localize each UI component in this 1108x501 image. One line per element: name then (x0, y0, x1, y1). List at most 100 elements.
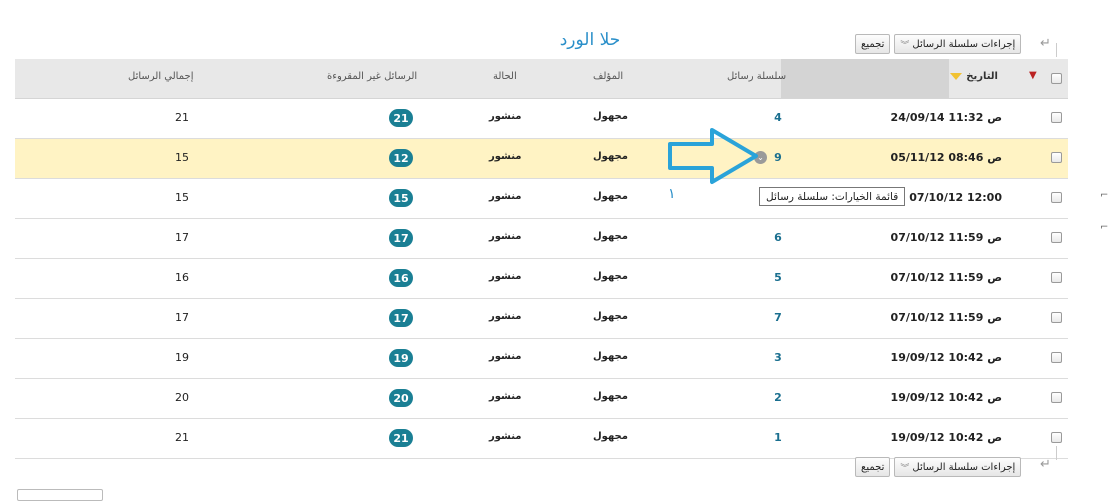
cell-thread-link[interactable]: 1 (771, 431, 785, 444)
table-row[interactable]: 24/09/14 11:32 ص 4 مجهول منشور 21 21 (15, 99, 1068, 139)
edge-bracket-icon: ⌐ (1100, 190, 1108, 201)
cell-date: 05/11/12 08:46 ص (890, 151, 1002, 164)
cell-total: 19 (175, 351, 189, 364)
table-row[interactable]: 19/09/12 10:42 ص 1 مجهول منشور 21 21 (15, 419, 1068, 459)
return-arrow-icon: ↵ (1040, 457, 1051, 472)
row-checkbox[interactable] (1051, 432, 1062, 443)
cell-total: 21 (175, 431, 189, 444)
partial-control (17, 489, 103, 501)
cell-total: 15 (175, 191, 189, 204)
sorted-column-bg (781, 59, 949, 98)
cell-author: مجهول (593, 391, 628, 402)
options-menu-tooltip: قائمة الخيارات: سلسلة رسائل (759, 187, 906, 206)
collect-button[interactable]: تجميع (855, 457, 891, 477)
cell-thread-link[interactable]: 6 (771, 231, 785, 244)
row-checkbox[interactable] (1051, 152, 1062, 163)
cell-thread-link[interactable]: 9 (771, 151, 785, 164)
cell-author: مجهول (593, 431, 628, 442)
table-row[interactable]: 19/09/12 10:42 ص 2 مجهول منشور 20 20 (15, 379, 1068, 419)
cell-status: منشور (489, 391, 522, 402)
cell-author: مجهول (593, 311, 628, 322)
table-row[interactable]: 07/10/12 11:59 ص 7 مجهول منشور 17 17 (15, 299, 1068, 339)
cell-total: 15 (175, 151, 189, 164)
cell-date: 07/10/12 11:59 ص (890, 271, 1002, 284)
edge-bracket-icon: ⌐ (1100, 222, 1108, 233)
cell-total: 16 (175, 271, 189, 284)
table-row[interactable]: 07/10/12 12:00 مجهول منشور 15 15 (15, 179, 1068, 219)
cell-author: مجهول (593, 151, 628, 162)
divider (1056, 446, 1057, 460)
table-row[interactable]: 19/09/12 10:42 ص 3 مجهول منشور 19 19 (15, 339, 1068, 379)
unread-badge[interactable]: 21 (389, 109, 413, 127)
table-row[interactable]: 05/11/12 08:46 ص 9 ⌄ مجهول منشور 12 15 (15, 139, 1068, 179)
row-checkbox[interactable] (1051, 112, 1062, 123)
table-row[interactable]: 07/10/12 11:59 ص 5 مجهول منشور 16 16 (15, 259, 1068, 299)
column-thread[interactable]: سلسلة رسائل (727, 71, 786, 82)
divider (1056, 43, 1057, 57)
cell-thread-link[interactable]: 7 (771, 311, 785, 324)
annotation-number: ١ (668, 186, 676, 202)
cell-status: منشور (489, 191, 522, 202)
column-total[interactable]: إجمالي الرسائل (128, 71, 193, 82)
unread-badge[interactable]: 17 (389, 309, 413, 327)
thread-actions-button[interactable]: ︾ إجراءات سلسلة الرسائل (894, 34, 1022, 54)
column-date-label: التاريخ (966, 71, 998, 82)
unread-badge[interactable]: 15 (389, 189, 413, 207)
unread-badge[interactable]: 19 (389, 349, 413, 367)
cell-status: منشور (489, 231, 522, 242)
sort-descending-icon (950, 72, 963, 80)
cell-author: مجهول (593, 231, 628, 242)
collect-button[interactable]: تجميع (855, 34, 891, 54)
unread-badge[interactable]: 21 (389, 429, 413, 447)
cell-date: 19/09/12 10:42 ص (890, 351, 1002, 364)
toolbar-top: تجميع ︾ إجراءات سلسلة الرسائل (855, 33, 1022, 55)
unread-badge[interactable]: 20 (389, 389, 413, 407)
column-date[interactable]: التاريخ (950, 71, 998, 82)
cell-thread-link[interactable]: 3 (771, 351, 785, 364)
thread-actions-label: إجراءات سلسلة الرسائل (912, 461, 1016, 473)
cell-status: منشور (489, 271, 522, 282)
page-title: حلا الورد (559, 30, 621, 50)
chevron-down-icon: ︾ (900, 463, 910, 474)
cell-date: 07/10/12 11:59 ص (890, 231, 1002, 244)
row-checkbox[interactable] (1051, 312, 1062, 323)
cell-total: 20 (175, 391, 189, 404)
cell-thread-link[interactable]: 2 (771, 391, 785, 404)
cell-thread-link[interactable]: 5 (771, 271, 785, 284)
unread-badge[interactable]: 12 (389, 149, 413, 167)
unread-badge[interactable]: 17 (389, 229, 413, 247)
column-status[interactable]: الحالة (493, 71, 517, 82)
thread-actions-button[interactable]: ︾ إجراءات سلسلة الرسائل (894, 457, 1022, 477)
chevron-down-icon: ︾ (900, 40, 910, 51)
flag-icon[interactable]: ▼ (1029, 70, 1037, 81)
cell-date: 19/09/12 10:42 ص (890, 431, 1002, 444)
thread-table: ▼ التاريخ سلسلة رسائل المؤلف الحالة الرس… (15, 59, 1068, 459)
cell-status: منشور (489, 431, 522, 442)
row-checkbox[interactable] (1051, 192, 1062, 203)
table-row[interactable]: 07/10/12 11:59 ص 6 مجهول منشور 17 17 (15, 219, 1068, 259)
cell-author: مجهول (593, 111, 628, 122)
cell-date: 19/09/12 10:42 ص (890, 391, 1002, 404)
column-unread[interactable]: الرسائل غير المقروءة (327, 71, 417, 82)
unread-badge[interactable]: 16 (389, 269, 413, 287)
cell-status: منشور (489, 111, 522, 122)
toolbar-bottom: تجميع ︾ إجراءات سلسلة الرسائل (855, 456, 1022, 478)
column-author[interactable]: المؤلف (593, 71, 623, 82)
cell-date: 07/10/12 11:59 ص (890, 311, 1002, 324)
cell-date: 07/10/12 12:00 (909, 191, 1002, 204)
row-checkbox[interactable] (1051, 352, 1062, 363)
row-checkbox[interactable] (1051, 232, 1062, 243)
cell-status: منشور (489, 311, 522, 322)
table-header: ▼ التاريخ سلسلة رسائل المؤلف الحالة الرس… (15, 59, 1068, 99)
cell-status: منشور (489, 351, 522, 362)
select-all-checkbox[interactable] (1051, 73, 1062, 84)
cell-thread-link[interactable]: 4 (771, 111, 785, 124)
cell-author: مجهول (593, 271, 628, 282)
cell-author: مجهول (593, 351, 628, 362)
thread-actions-label: إجراءات سلسلة الرسائل (912, 38, 1016, 50)
cell-total: 21 (175, 111, 189, 124)
cell-total: 17 (175, 311, 189, 324)
cell-status: منشور (489, 151, 522, 162)
row-checkbox[interactable] (1051, 392, 1062, 403)
row-checkbox[interactable] (1051, 272, 1062, 283)
